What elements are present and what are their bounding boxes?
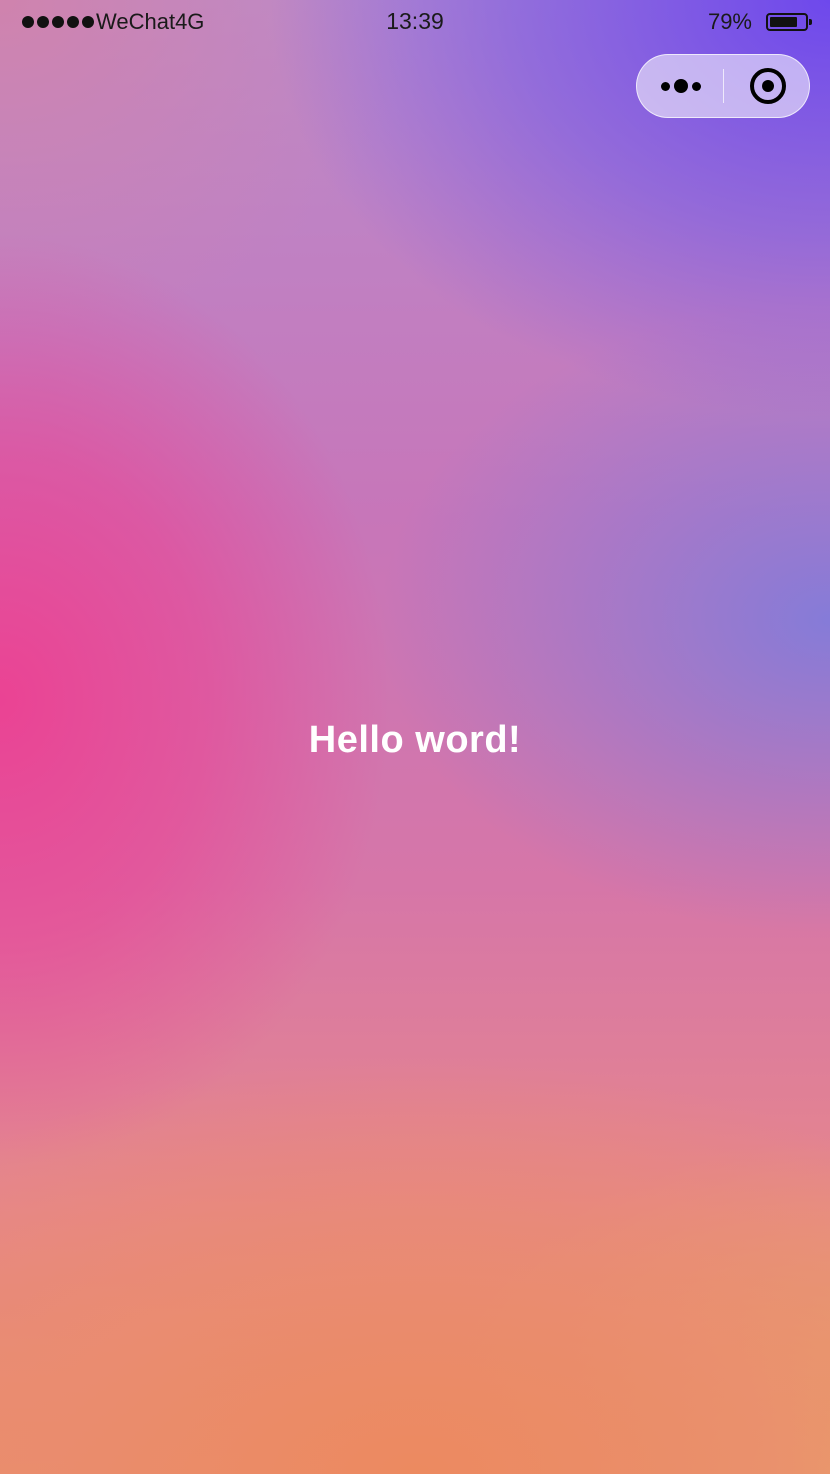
app-screen: WeChat4G 13:39 79% Hello word! [0, 0, 830, 1474]
battery-percentage: 79% [707, 9, 752, 34]
mini-program-capsule [636, 54, 810, 118]
battery-icon [766, 13, 812, 31]
capsule-divider [723, 69, 724, 103]
target-circle-icon [750, 68, 786, 104]
status-bar: WeChat4G 13:39 79% [0, 0, 830, 44]
greeting-text: Hello word! [308, 719, 522, 761]
status-time: 13:39 [386, 8, 444, 34]
more-dots-icon [660, 81, 670, 91]
close-button[interactable] [725, 55, 811, 117]
more-button[interactable] [637, 55, 724, 117]
